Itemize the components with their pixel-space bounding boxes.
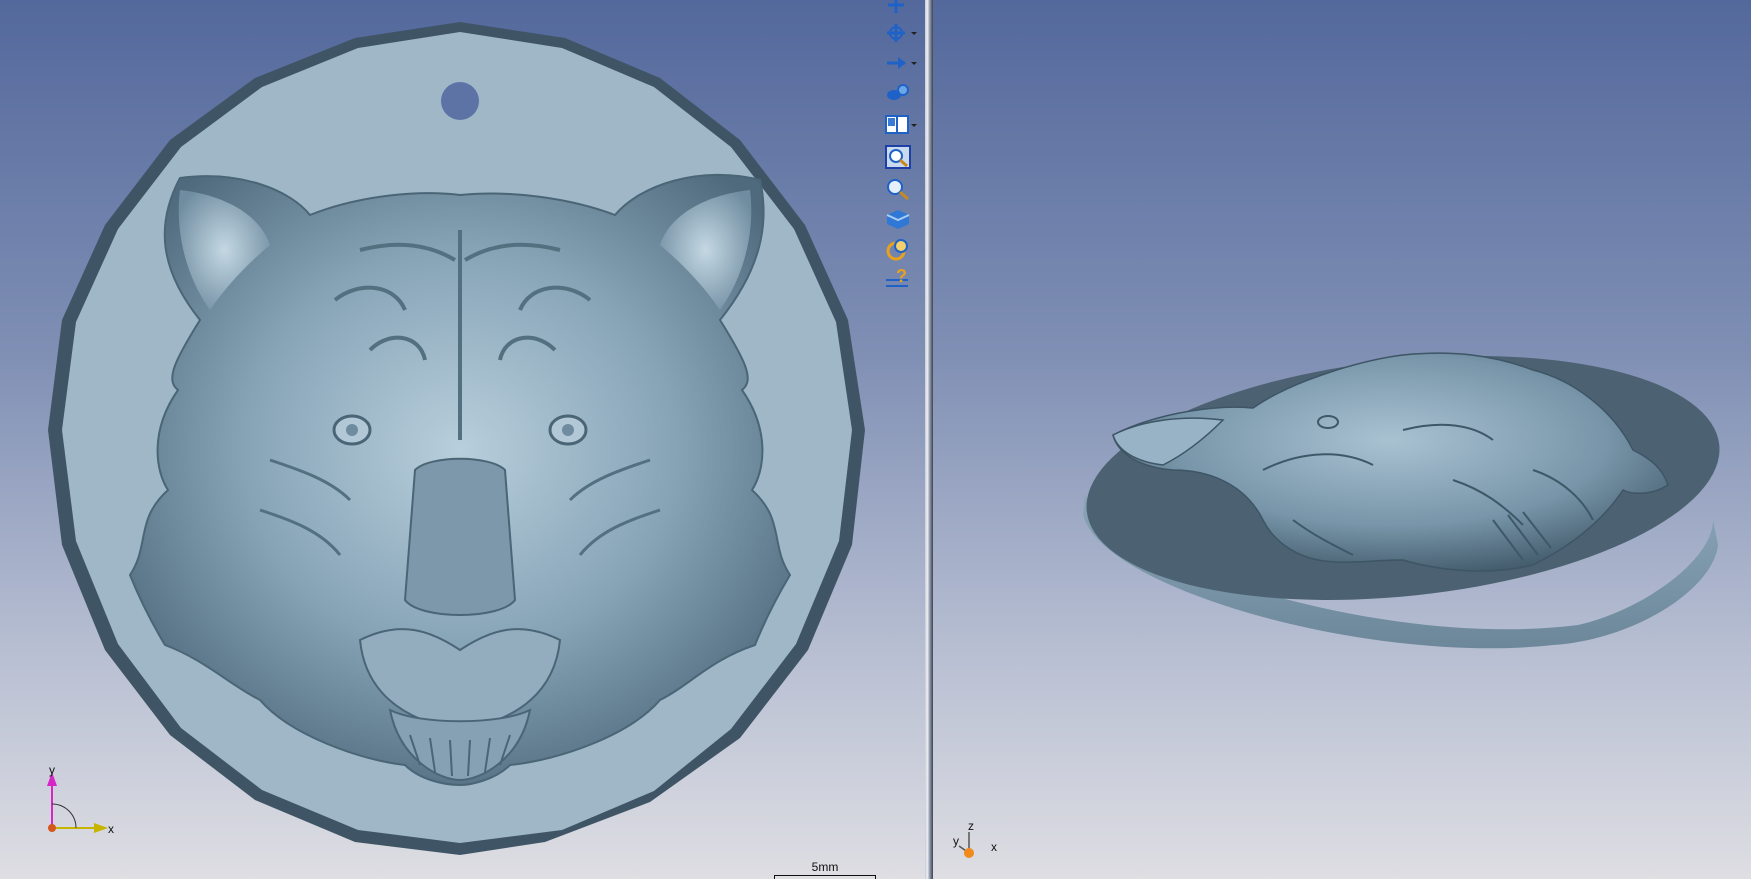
view-layout-button[interactable] — [884, 112, 918, 138]
scale-bar: 5mm — [774, 860, 876, 879]
model-top-view — [48, 22, 865, 855]
axis-label-x-perspective: x — [991, 840, 997, 854]
zoom-icon — [887, 179, 909, 201]
rotate-view-icon — [888, 0, 904, 13]
rotate-axis-button[interactable] — [884, 20, 918, 46]
zoom-dynamic-icon — [887, 84, 909, 100]
scale-bar-line — [774, 875, 876, 879]
bail-hole — [441, 82, 479, 120]
zoom-button[interactable] — [884, 176, 918, 202]
viewport-perspective-view[interactable]: z y x — [933, 0, 1751, 879]
axis-label-z: z — [968, 819, 974, 833]
zoom-dynamic-button[interactable] — [884, 80, 918, 106]
axis-label-x: x — [108, 822, 114, 836]
shaded-view-button[interactable] — [884, 206, 918, 232]
zoom-window-icon — [885, 145, 911, 169]
help-button[interactable]: ? — [884, 266, 918, 292]
viewport-top-view[interactable]: y x 5mm ? — [0, 0, 925, 879]
render-options-icon — [886, 239, 908, 261]
view-toolbar: ? — [880, 0, 922, 300]
axis-label-y-perspective: y — [953, 834, 959, 848]
view-layout-icon — [885, 115, 917, 134]
zoom-window-button[interactable] — [884, 144, 918, 170]
nose — [403, 457, 517, 616]
help-icon: ? — [886, 266, 908, 287]
rotate-view-button[interactable] — [884, 0, 918, 18]
shaded-view-icon — [886, 210, 910, 229]
pan-view-button[interactable] — [884, 50, 918, 76]
model-perspective-view — [1083, 352, 1720, 649]
rotate-axis-icon — [887, 24, 917, 42]
svg-text:?: ? — [896, 266, 907, 286]
pan-view-icon — [887, 57, 917, 69]
axis-label-y: y — [49, 763, 55, 777]
scale-bar-label: 5mm — [811, 860, 839, 874]
render-options-button[interactable] — [884, 236, 918, 262]
viewport-splitter[interactable] — [925, 0, 933, 879]
